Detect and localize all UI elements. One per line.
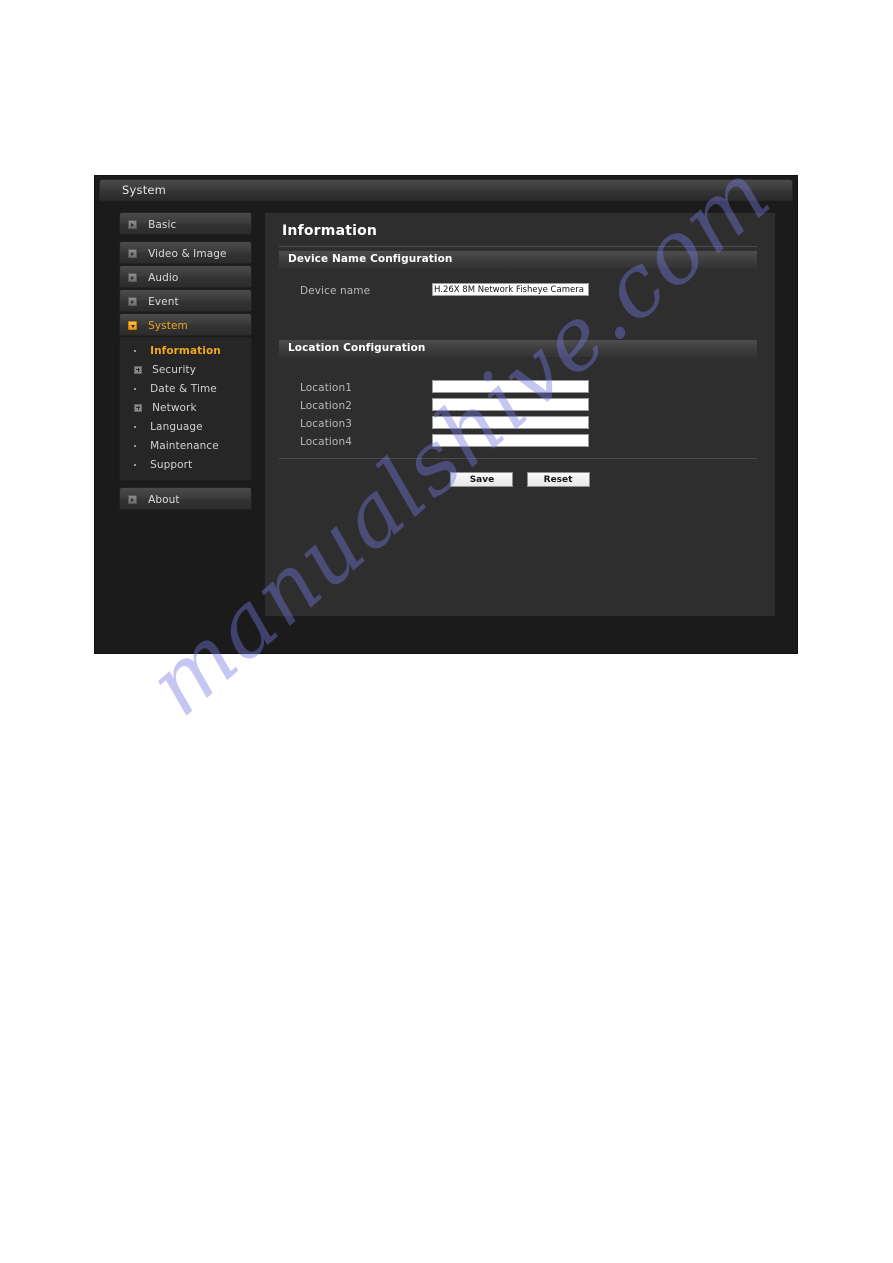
sidebar-submenu-system: Information Security Date & Time Network: [119, 337, 252, 481]
field-row-location3: Location3: [265, 416, 775, 432]
section-header-device-name: Device Name Configuration: [279, 251, 757, 268]
field-row-location2: Location2: [265, 398, 775, 414]
document-page: System Basic Configuration Video & Image…: [0, 0, 893, 1263]
location1-input[interactable]: [432, 380, 589, 393]
dot-bullet-icon: [134, 425, 136, 428]
sidebar-subitem-label: Language: [150, 421, 203, 433]
sidebar-item-about[interactable]: About: [119, 487, 252, 510]
sidebar-item-language[interactable]: Language: [120, 417, 251, 436]
sidebar-item-label: Video & Image: [148, 248, 227, 260]
sidebar-subitem-label: Information: [150, 345, 221, 357]
sidebar-item-information[interactable]: Information: [120, 341, 251, 360]
window-body: Basic Configuration Video & Image Audio …: [95, 204, 797, 653]
sidebar-subitem-label: Maintenance: [150, 440, 219, 452]
sidebar-item-label: Event: [148, 296, 179, 308]
section-header-location: Location Configuration: [279, 340, 757, 357]
sidebar-subitem-label: Security: [152, 364, 197, 376]
device-name-input[interactable]: [432, 283, 589, 296]
dot-bullet-icon: [134, 444, 136, 447]
camera-config-window: System Basic Configuration Video & Image…: [95, 176, 797, 653]
sidebar-subitem-label: Support: [150, 459, 193, 471]
save-button[interactable]: Save: [450, 472, 514, 487]
location4-input[interactable]: [432, 434, 589, 447]
dot-bullet-icon: [134, 463, 136, 466]
sidebar-item-security[interactable]: Security: [120, 360, 251, 379]
location3-label: Location3: [300, 418, 352, 430]
sidebar-item-label: System: [148, 320, 188, 332]
arrow-right-box-icon: [128, 495, 137, 504]
location4-label: Location4: [300, 436, 352, 448]
sidebar-item-basic-configuration[interactable]: Basic Configuration: [119, 212, 252, 255]
sidebar-subitem-label: Date & Time: [150, 383, 217, 395]
dot-bullet-icon: [134, 387, 136, 390]
sidebar-item-maintenance[interactable]: Maintenance: [120, 436, 251, 455]
field-row-location1: Location1: [265, 380, 775, 396]
sidebar-item-label: Audio: [148, 272, 179, 284]
form-actions: Save Reset: [265, 469, 775, 488]
location2-input[interactable]: [432, 398, 589, 411]
arrow-right-box-icon: [128, 297, 137, 306]
reset-button[interactable]: Reset: [526, 472, 590, 487]
arrow-right-box-icon: [128, 273, 137, 282]
plus-box-icon: [134, 365, 142, 374]
location3-input[interactable]: [432, 416, 589, 429]
sidebar-item-label: About: [148, 494, 180, 506]
sidebar-item-system[interactable]: System: [119, 313, 252, 336]
field-row-location4: Location4: [265, 434, 775, 450]
sidebar-item-date-time[interactable]: Date & Time: [120, 379, 251, 398]
dot-bullet-icon: [134, 349, 136, 352]
device-name-label: Device name: [300, 285, 371, 297]
sidebar-item-network[interactable]: Network: [120, 398, 251, 417]
form-divider: [279, 458, 757, 459]
location1-label: Location1: [300, 382, 352, 394]
field-row-device-name: Device name: [265, 283, 775, 299]
sidebar-item-support[interactable]: Support: [120, 455, 251, 474]
location2-label: Location2: [300, 400, 352, 412]
sidebar-subitem-label: Network: [152, 402, 197, 414]
sidebar-item-audio[interactable]: Audio: [119, 265, 252, 288]
page-title: Information: [282, 223, 378, 239]
arrow-right-box-icon: [128, 249, 137, 258]
title-divider: [279, 246, 757, 247]
window-title: System: [122, 183, 167, 197]
window-titlebar: System: [99, 179, 793, 201]
sidebar-item-video-image[interactable]: Video & Image: [119, 241, 252, 264]
arrow-right-box-icon: [128, 220, 137, 229]
sidebar-item-event[interactable]: Event: [119, 289, 252, 312]
sidebar-nav: Basic Configuration Video & Image Audio …: [119, 212, 252, 511]
content-panel: Information Device Name Configuration De…: [264, 212, 776, 617]
arrow-down-box-icon: [128, 321, 137, 330]
plus-box-icon: [134, 403, 142, 412]
